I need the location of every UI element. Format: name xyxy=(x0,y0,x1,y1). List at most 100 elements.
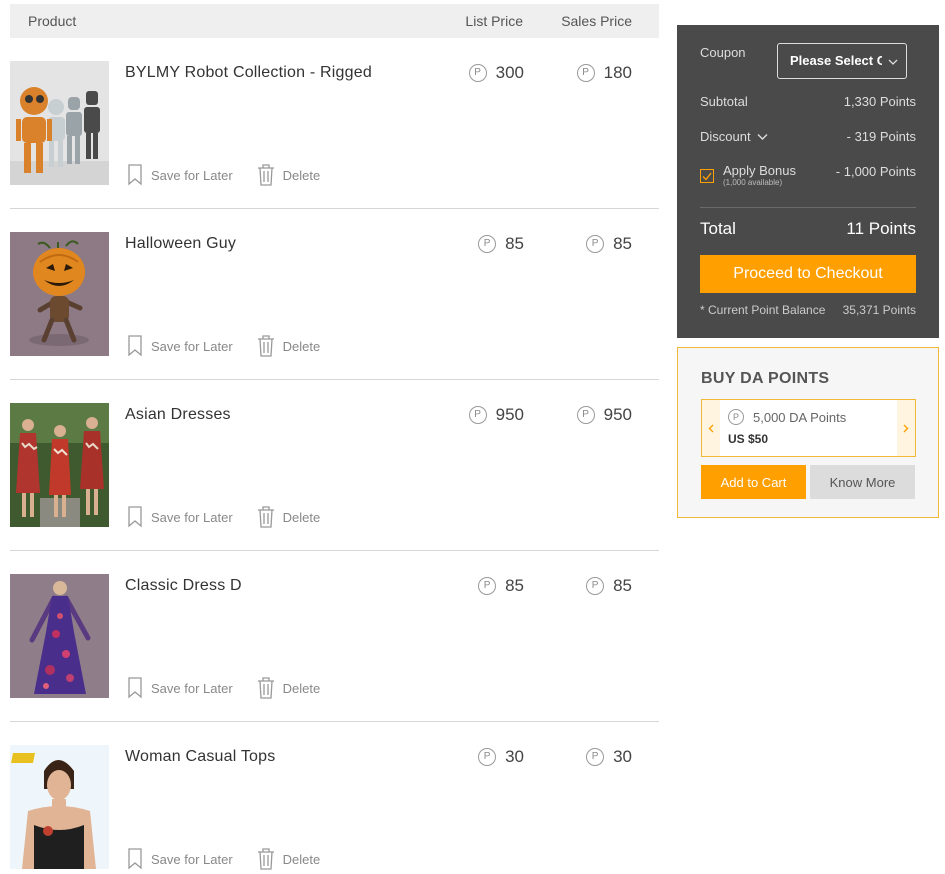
cart-row: Classic Dress D P 85 P 85 Save for Later… xyxy=(10,551,659,722)
list-price: P 950 xyxy=(468,405,524,425)
product-thumbnail[interactable] xyxy=(10,403,109,527)
trash-icon xyxy=(257,164,274,186)
row-actions: Save for Later Delete xyxy=(127,164,320,186)
carousel-next-button[interactable] xyxy=(897,400,915,456)
save-for-later-button[interactable]: Save for Later xyxy=(127,335,233,357)
bonus-label: Apply Bonus xyxy=(723,163,796,178)
subtotal-row: Subtotal 1,330 Points xyxy=(700,94,916,109)
delete-label: Delete xyxy=(282,680,321,696)
cart-row: Halloween Guy P 85 P 85 Save for Later D… xyxy=(10,209,659,380)
add-to-cart-button[interactable]: Add to Cart xyxy=(701,465,806,499)
chevron-down-icon xyxy=(757,133,768,140)
know-more-button[interactable]: Know More xyxy=(810,465,915,499)
package-name: 5,000 DA Points xyxy=(753,409,847,425)
list-price: P 85 xyxy=(478,576,524,596)
save-for-later-label: Save for Later xyxy=(151,509,233,525)
save-for-later-button[interactable]: Save for Later xyxy=(127,677,233,699)
list-price-value: 85 xyxy=(505,576,524,595)
header-sales-price: Sales Price xyxy=(561,13,632,29)
save-for-later-label: Save for Later xyxy=(151,338,233,354)
package-price: US $50 xyxy=(728,432,769,446)
product-thumbnail[interactable] xyxy=(10,574,109,698)
discount-value: - 319 Points xyxy=(846,129,916,144)
bonus-option: Apply Bonus (1,000 available) xyxy=(700,164,796,187)
row-actions: Save for Later Delete xyxy=(127,677,320,699)
sales-price: P 30 xyxy=(586,747,632,767)
save-for-later-button[interactable]: Save for Later xyxy=(127,506,233,528)
bonus-checkbox[interactable] xyxy=(700,169,714,183)
cart-row: BYLMY Robot Collection - Rigged P 300 P … xyxy=(10,38,659,209)
point-icon: P xyxy=(478,577,497,595)
product-name[interactable]: Halloween Guy xyxy=(125,235,236,253)
total-row: Total 11 Points xyxy=(700,219,916,239)
point-icon: P xyxy=(586,748,605,766)
discount-label: Discount xyxy=(700,129,751,144)
save-for-later-button[interactable]: Save for Later xyxy=(127,164,233,186)
bookmark-icon xyxy=(128,506,142,528)
header-product: Product xyxy=(28,13,77,29)
coupon-label: Coupon xyxy=(700,45,746,60)
product-name[interactable]: Classic Dress D xyxy=(125,577,242,595)
delete-label: Delete xyxy=(282,338,321,354)
bonus-available: (1,000 available) xyxy=(723,178,783,187)
save-for-later-label: Save for Later xyxy=(151,851,233,867)
delete-button[interactable]: Delete xyxy=(257,335,321,357)
list-price-value: 300 xyxy=(495,63,524,82)
sales-price: P 85 xyxy=(586,576,632,596)
discount-row: Discount - 319 Points xyxy=(700,129,916,144)
bonus-row: Apply Bonus (1,000 available) - 1,000 Po… xyxy=(700,164,916,187)
bookmark-icon xyxy=(128,164,142,186)
trash-icon xyxy=(257,677,274,699)
cart-row: Asian Dresses P 950 P 950 Save for Later… xyxy=(10,380,659,551)
point-icon: P xyxy=(468,406,487,424)
total-label: Total xyxy=(700,219,736,238)
delete-button[interactable]: Delete xyxy=(257,164,320,186)
chevron-right-icon xyxy=(903,424,909,432)
list-price: P 85 xyxy=(478,234,524,254)
bookmark-icon xyxy=(128,677,142,699)
list-price-value: 85 xyxy=(505,234,524,253)
coupon-select[interactable]: Please Select C xyxy=(777,43,907,79)
cart-table: Product List Price Sales Price BYLMY Rob… xyxy=(10,4,659,874)
discount-toggle[interactable]: Discount xyxy=(700,129,768,144)
carousel-prev-button[interactable] xyxy=(702,400,720,456)
list-price-value: 950 xyxy=(495,405,524,424)
row-actions: Save for Later Delete xyxy=(127,848,320,870)
product-thumbnail[interactable] xyxy=(10,232,109,356)
buy-points-title: BUY DA POINTS xyxy=(701,370,830,387)
product-name[interactable]: Woman Casual Tops xyxy=(125,748,275,766)
balance-value: 35,371 Points xyxy=(842,303,916,317)
product-thumbnail[interactable] xyxy=(10,745,109,869)
point-icon: P xyxy=(586,235,605,253)
balance-label: * Current Point Balance xyxy=(700,303,826,317)
coupon-select-value: Please Select C xyxy=(790,53,882,68)
sales-price: P 950 xyxy=(576,405,632,425)
delete-button[interactable]: Delete xyxy=(257,848,320,870)
subtotal-value: 1,330 Points xyxy=(843,94,916,109)
sales-price-value: 180 xyxy=(603,63,632,82)
proceed-to-checkout-button[interactable]: Proceed to Checkout xyxy=(700,255,916,293)
row-actions: Save for Later Delete xyxy=(127,506,320,528)
product-name[interactable]: BYLMY Robot Collection - Rigged xyxy=(125,64,372,82)
bonus-label-group: Apply Bonus (1,000 available) xyxy=(723,164,796,187)
list-price: P 300 xyxy=(468,63,524,83)
product-thumbnail[interactable] xyxy=(10,61,109,185)
trash-icon xyxy=(257,848,274,870)
list-price: P 30 xyxy=(478,747,524,767)
row-actions: Save for Later Delete xyxy=(127,335,320,357)
delete-button[interactable]: Delete xyxy=(257,506,320,528)
chevron-left-icon xyxy=(708,424,714,432)
point-icon: P xyxy=(576,64,595,82)
sales-price-value: 30 xyxy=(613,747,632,766)
save-for-later-button[interactable]: Save for Later xyxy=(127,848,233,870)
save-for-later-label: Save for Later xyxy=(151,680,233,696)
delete-button[interactable]: Delete xyxy=(257,677,321,699)
point-balance-row: * Current Point Balance 35,371 Points xyxy=(700,303,916,317)
header-list-price: List Price xyxy=(465,13,523,29)
product-name[interactable]: Asian Dresses xyxy=(125,406,231,424)
order-summary: Coupon Please Select C Subtotal 1,330 Po… xyxy=(677,25,939,338)
buy-points-panel: BUY DA POINTS P 5,000 DA Points US $50 A… xyxy=(677,347,939,518)
points-package-carousel: P 5,000 DA Points US $50 xyxy=(701,399,916,457)
point-icon: P xyxy=(576,406,595,424)
point-icon: P xyxy=(586,577,605,595)
